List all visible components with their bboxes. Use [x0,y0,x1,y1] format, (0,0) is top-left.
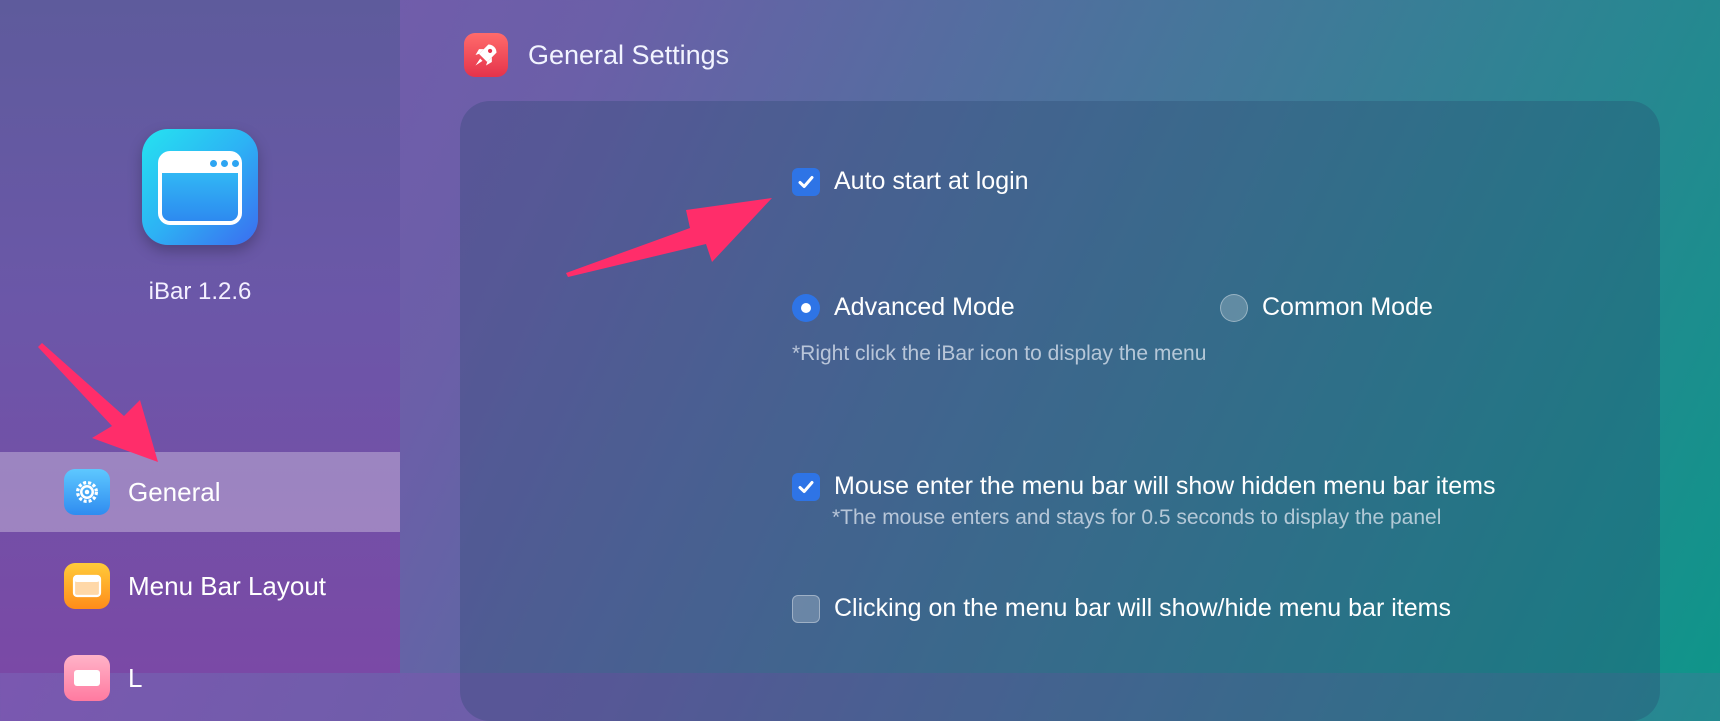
annotation-arrow-icon [38,343,158,462]
